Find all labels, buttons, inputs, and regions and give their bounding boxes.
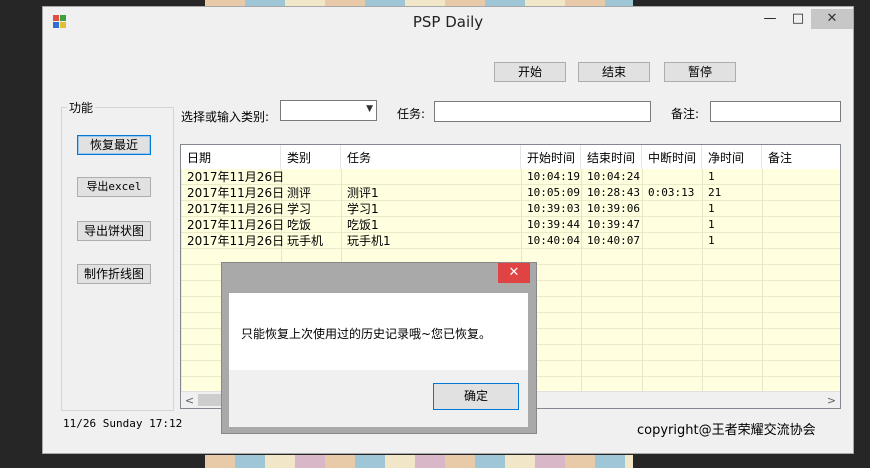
cell-interrupt-time[interactable] — [642, 233, 648, 249]
task-label: 任务: — [397, 107, 426, 121]
end-button[interactable]: 结束 — [578, 62, 650, 82]
cell-note[interactable] — [762, 169, 768, 185]
cell-category[interactable]: 玩手机 — [281, 233, 323, 249]
cell-note[interactable] — [762, 233, 768, 249]
cell-task[interactable]: 学习1 — [341, 201, 379, 217]
category-label: 选择或输入类别: — [181, 110, 270, 124]
table-row[interactable]: 2017年11月26日 玩手机 玩手机1 10:40:04 10:40:07 1 — [181, 233, 840, 249]
column-header-net-time[interactable]: 净时间 — [702, 145, 762, 169]
cell-end-time[interactable]: 10:04:24 — [581, 169, 640, 185]
category-select[interactable]: ▼ — [280, 100, 377, 121]
cell-note[interactable] — [762, 217, 768, 233]
dialog-close-button[interactable]: ✕ — [498, 263, 530, 283]
cell-net-time[interactable]: 1 — [702, 217, 715, 233]
message-dialog: ✕ 只能恢复上次使用过的历史记录哦~您已恢复。 确定 — [221, 262, 537, 434]
column-header-end-time[interactable]: 结束时间 — [581, 145, 642, 169]
cell-start-time[interactable]: 10:40:04 — [521, 233, 580, 249]
cell-net-time[interactable]: 1 — [702, 201, 715, 217]
export-excel-button[interactable]: 导出excel — [77, 177, 151, 197]
ok-button[interactable]: 确定 — [433, 383, 519, 410]
cell-note[interactable] — [762, 201, 768, 217]
task-input[interactable] — [434, 101, 651, 122]
note-input[interactable] — [710, 101, 841, 122]
minimize-button[interactable]: — — [755, 9, 785, 29]
status-datetime: 11/26 Sunday 17:12 — [63, 417, 183, 430]
cell-end-time[interactable]: 10:40:07 — [581, 233, 640, 249]
column-header-note[interactable]: 备注 — [762, 145, 840, 169]
cell-start-time[interactable]: 10:39:44 — [521, 217, 580, 233]
dialog-footer: 确定 — [229, 370, 528, 427]
close-button[interactable]: ✕ — [811, 9, 853, 29]
column-header-start-time[interactable]: 开始时间 — [521, 145, 581, 169]
pause-button[interactable]: 暂停 — [664, 62, 736, 82]
restore-recent-button[interactable]: 恢复最近 — [77, 135, 151, 155]
cell-task[interactable]: 玩手机1 — [341, 233, 391, 249]
table-row[interactable]: 2017年11月26日 10:04:19 10:04:24 1 — [181, 169, 840, 185]
cell-category[interactable]: 吃饭 — [281, 217, 311, 233]
scroll-right-icon[interactable]: > — [823, 392, 840, 408]
title-bar[interactable]: PSP Daily — □ ✕ — [43, 7, 853, 37]
note-label: 备注: — [671, 107, 700, 121]
make-line-chart-button[interactable]: 制作折线图 — [77, 264, 151, 284]
window-title: PSP Daily — [412, 13, 484, 31]
cell-date[interactable]: 2017年11月26日 — [181, 169, 284, 185]
cell-category[interactable] — [281, 169, 287, 185]
cell-end-time[interactable]: 10:28:43 — [581, 185, 640, 201]
dialog-message: 只能恢复上次使用过的历史记录哦~您已恢复。 — [241, 327, 492, 341]
cell-task[interactable] — [341, 169, 347, 185]
grid-header: 日期 类别 任务 开始时间 结束时间 中断时间 净时间 备注 — [181, 145, 840, 170]
cell-net-time[interactable]: 1 — [702, 233, 715, 249]
cell-date[interactable]: 2017年11月26日 — [181, 217, 284, 233]
table-row[interactable]: 2017年11月26日 测评 测评1 10:05:09 10:28:43 0:0… — [181, 185, 840, 201]
cell-interrupt-time[interactable] — [642, 201, 648, 217]
dialog-body: 只能恢复上次使用过的历史记录哦~您已恢复。 — [229, 293, 528, 370]
cell-date[interactable]: 2017年11月26日 — [181, 201, 284, 217]
cell-note[interactable] — [762, 185, 768, 201]
column-header-date[interactable]: 日期 — [181, 145, 281, 169]
cell-start-time[interactable]: 10:05:09 — [521, 185, 580, 201]
copyright-text: copyright@王者荣耀交流协会 — [637, 423, 816, 438]
cell-start-time[interactable]: 10:39:03 — [521, 201, 580, 217]
function-group-label: 功能 — [67, 99, 96, 116]
column-header-task[interactable]: 任务 — [341, 145, 521, 169]
cell-interrupt-time[interactable] — [642, 217, 648, 233]
chevron-down-icon[interactable]: ▼ — [366, 104, 373, 114]
desktop-background-bottom — [205, 455, 633, 468]
maximize-button[interactable]: □ — [783, 9, 813, 29]
column-header-interrupt-time[interactable]: 中断时间 — [642, 145, 702, 169]
cell-end-time[interactable]: 10:39:06 — [581, 201, 640, 217]
start-button[interactable]: 开始 — [494, 62, 566, 82]
cell-end-time[interactable]: 10:39:47 — [581, 217, 640, 233]
scroll-left-icon[interactable]: < — [181, 392, 198, 408]
cell-category[interactable]: 学习 — [281, 201, 311, 217]
export-pie-chart-button[interactable]: 导出饼状图 — [77, 221, 151, 241]
column-header-category[interactable]: 类别 — [281, 145, 341, 169]
cell-task[interactable]: 测评1 — [341, 185, 379, 201]
cell-start-time[interactable]: 10:04:19 — [521, 169, 580, 185]
table-row[interactable]: 2017年11月26日 学习 学习1 10:39:03 10:39:06 1 — [181, 201, 840, 217]
cell-net-time[interactable]: 21 — [702, 185, 721, 201]
cell-net-time[interactable]: 1 — [702, 169, 715, 185]
cell-interrupt-time[interactable] — [642, 169, 648, 185]
cell-date[interactable]: 2017年11月26日 — [181, 233, 284, 249]
cell-date[interactable]: 2017年11月26日 — [181, 185, 284, 201]
cell-task[interactable]: 吃饭1 — [341, 217, 379, 233]
cell-interrupt-time[interactable]: 0:03:13 — [642, 185, 694, 201]
table-row[interactable]: 2017年11月26日 吃饭 吃饭1 10:39:44 10:39:47 1 — [181, 217, 840, 233]
cell-category[interactable]: 测评 — [281, 185, 311, 201]
